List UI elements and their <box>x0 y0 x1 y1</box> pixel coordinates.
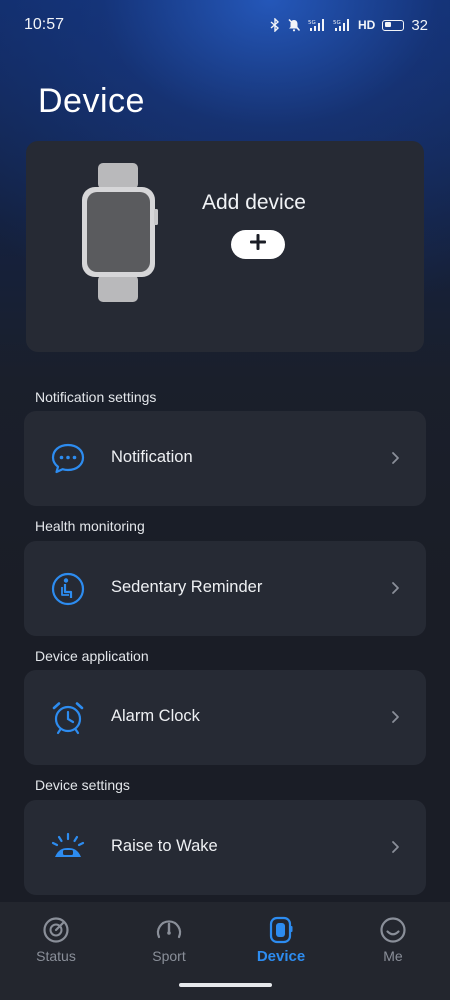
watch-illustration <box>82 163 158 308</box>
section-label-health: Health monitoring <box>35 518 145 534</box>
raise-to-wake-label: Raise to Wake <box>111 837 218 855</box>
device-screen: 10:57 5G 5G HD 32 Device Add device Noti… <box>0 0 450 1000</box>
signal-5g-icon: 5G <box>308 18 326 32</box>
svg-text:5G: 5G <box>308 20 316 26</box>
nav-label-sport: Sport <box>152 948 186 964</box>
add-device-button[interactable] <box>231 230 285 259</box>
signal-5g-icon: 5G <box>333 18 351 32</box>
sedentary-person-icon <box>50 571 86 607</box>
sedentary-reminder-row[interactable]: Sedentary Reminder <box>24 541 426 636</box>
raise-to-wake-row[interactable]: Raise to Wake <box>24 800 426 895</box>
page-title: Device <box>38 82 145 120</box>
battery-level: 32 <box>411 16 428 34</box>
nav-tab-status[interactable]: Status <box>11 916 101 964</box>
chevron-right-icon <box>391 840 400 859</box>
section-label-application: Device application <box>35 648 149 664</box>
status-icons: 5G 5G HD 32 <box>270 17 428 34</box>
add-device-label: Add device <box>202 191 306 214</box>
nav-label-status: Status <box>36 948 76 964</box>
sedentary-reminder-label: Sedentary Reminder <box>111 578 263 596</box>
chevron-right-icon <box>391 451 400 470</box>
chevron-right-icon <box>391 710 400 729</box>
bottom-nav: Status Sport Device Me <box>0 902 450 1000</box>
alarm-clock-label: Alarm Clock <box>111 707 200 725</box>
notification-label: Notification <box>111 448 193 466</box>
chat-bubble-icon <box>50 441 86 477</box>
bluetooth-icon <box>270 18 280 32</box>
add-device-card[interactable]: Add device <box>26 141 424 352</box>
hd-icon: HD <box>357 18 376 32</box>
battery-icon <box>382 19 405 31</box>
mute-icon <box>287 18 301 32</box>
raise-wrist-icon <box>50 830 86 866</box>
status-bar: 10:57 5G 5G HD 32 <box>0 0 450 50</box>
alarm-clock-icon <box>50 700 86 736</box>
alarm-clock-row[interactable]: Alarm Clock <box>24 670 426 765</box>
nav-tab-sport[interactable]: Sport <box>124 916 214 964</box>
plus-icon <box>248 232 268 257</box>
watch-icon <box>267 916 295 944</box>
notification-row[interactable]: Notification <box>24 411 426 506</box>
chevron-right-icon <box>391 581 400 600</box>
nav-label-me: Me <box>383 948 403 964</box>
nav-label-device: Device <box>256 948 306 965</box>
home-indicator[interactable] <box>179 983 272 987</box>
section-label-notification: Notification settings <box>35 389 157 405</box>
nav-tab-me[interactable]: Me <box>348 916 438 964</box>
status-gauge-icon <box>42 916 70 944</box>
svg-text:5G: 5G <box>333 20 341 26</box>
status-time: 10:57 <box>24 16 65 33</box>
nav-tab-device[interactable]: Device <box>236 916 326 965</box>
speedometer-icon <box>155 916 183 944</box>
smiley-icon <box>379 916 407 944</box>
section-label-settings: Device settings <box>35 777 130 793</box>
